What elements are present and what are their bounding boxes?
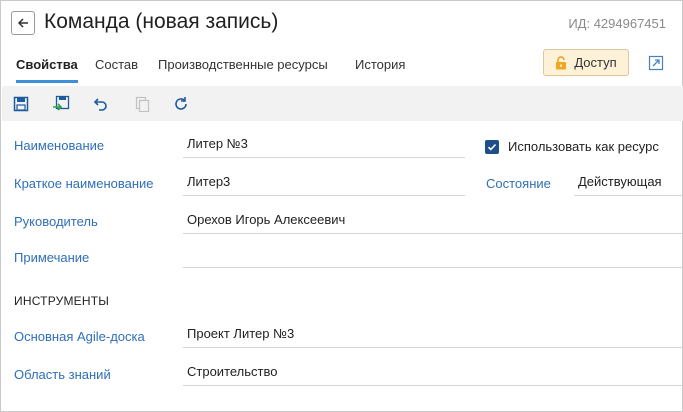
refresh-icon — [175, 97, 187, 110]
manager-label[interactable]: Руководитель — [14, 214, 98, 229]
knowledge-area-field[interactable]: Строительство — [183, 362, 682, 386]
name-label[interactable]: Наименование — [14, 138, 104, 153]
tab-history[interactable]: История — [355, 57, 405, 83]
note-field[interactable] — [183, 244, 682, 268]
tab-composition[interactable]: Состав — [95, 57, 138, 83]
record-window: Команда (новая запись) ИД: 4294967451 Св… — [0, 0, 683, 412]
undo-icon — [93, 98, 107, 111]
external-link-icon — [648, 55, 664, 71]
copy-button[interactable] — [133, 95, 151, 113]
manager-field[interactable]: Орехов Игорь Алексеевич — [183, 210, 682, 234]
arrow-left-icon — [17, 18, 28, 28]
short-name-label[interactable]: Краткое наименование — [14, 176, 154, 191]
tools-section-title: ИНСТРУМЕНТЫ — [14, 294, 110, 308]
tab-properties[interactable]: Свойства — [16, 57, 78, 83]
back-button[interactable] — [11, 11, 35, 35]
agile-board-label[interactable]: Основная Agile-доска — [14, 329, 145, 344]
note-label[interactable]: Примечание — [14, 250, 89, 265]
undo-button[interactable] — [91, 95, 109, 113]
save-and-close-button[interactable] — [52, 95, 70, 113]
use-as-resource-label: Использовать как ресурс — [508, 139, 659, 154]
checkbox-checked[interactable] — [485, 139, 499, 154]
page-title: Команда (новая запись) — [44, 10, 279, 33]
record-id: ИД: 4294967451 — [568, 16, 666, 31]
state-field[interactable]: Действующая — [574, 172, 682, 196]
toolbar — [2, 86, 683, 121]
save-button[interactable] — [12, 95, 30, 113]
save-and-close-icon — [53, 95, 70, 111]
name-field[interactable]: Литер №3 — [183, 134, 465, 158]
agile-board-field[interactable]: Проект Литер №3 — [183, 324, 682, 348]
tab-production-resources[interactable]: Производственные ресурсы — [158, 57, 328, 83]
open-external-button[interactable] — [647, 54, 665, 72]
copy-icon — [135, 96, 150, 112]
short-name-field[interactable]: Литер3 — [183, 172, 465, 196]
knowledge-area-label[interactable]: Область знаний — [14, 367, 111, 382]
state-label[interactable]: Состояние — [486, 176, 551, 191]
refresh-button[interactable] — [172, 95, 190, 113]
access-button-label: Доступ — [574, 55, 617, 70]
save-icon — [13, 96, 29, 112]
lock-icon — [556, 55, 567, 69]
tab-bar: Свойства Состав Производственные ресурсы… — [1, 53, 521, 85]
check-icon — [487, 143, 497, 151]
access-button[interactable]: Доступ — [543, 49, 629, 76]
use-as-resource-checkbox[interactable]: Использовать как ресурс — [485, 139, 659, 154]
